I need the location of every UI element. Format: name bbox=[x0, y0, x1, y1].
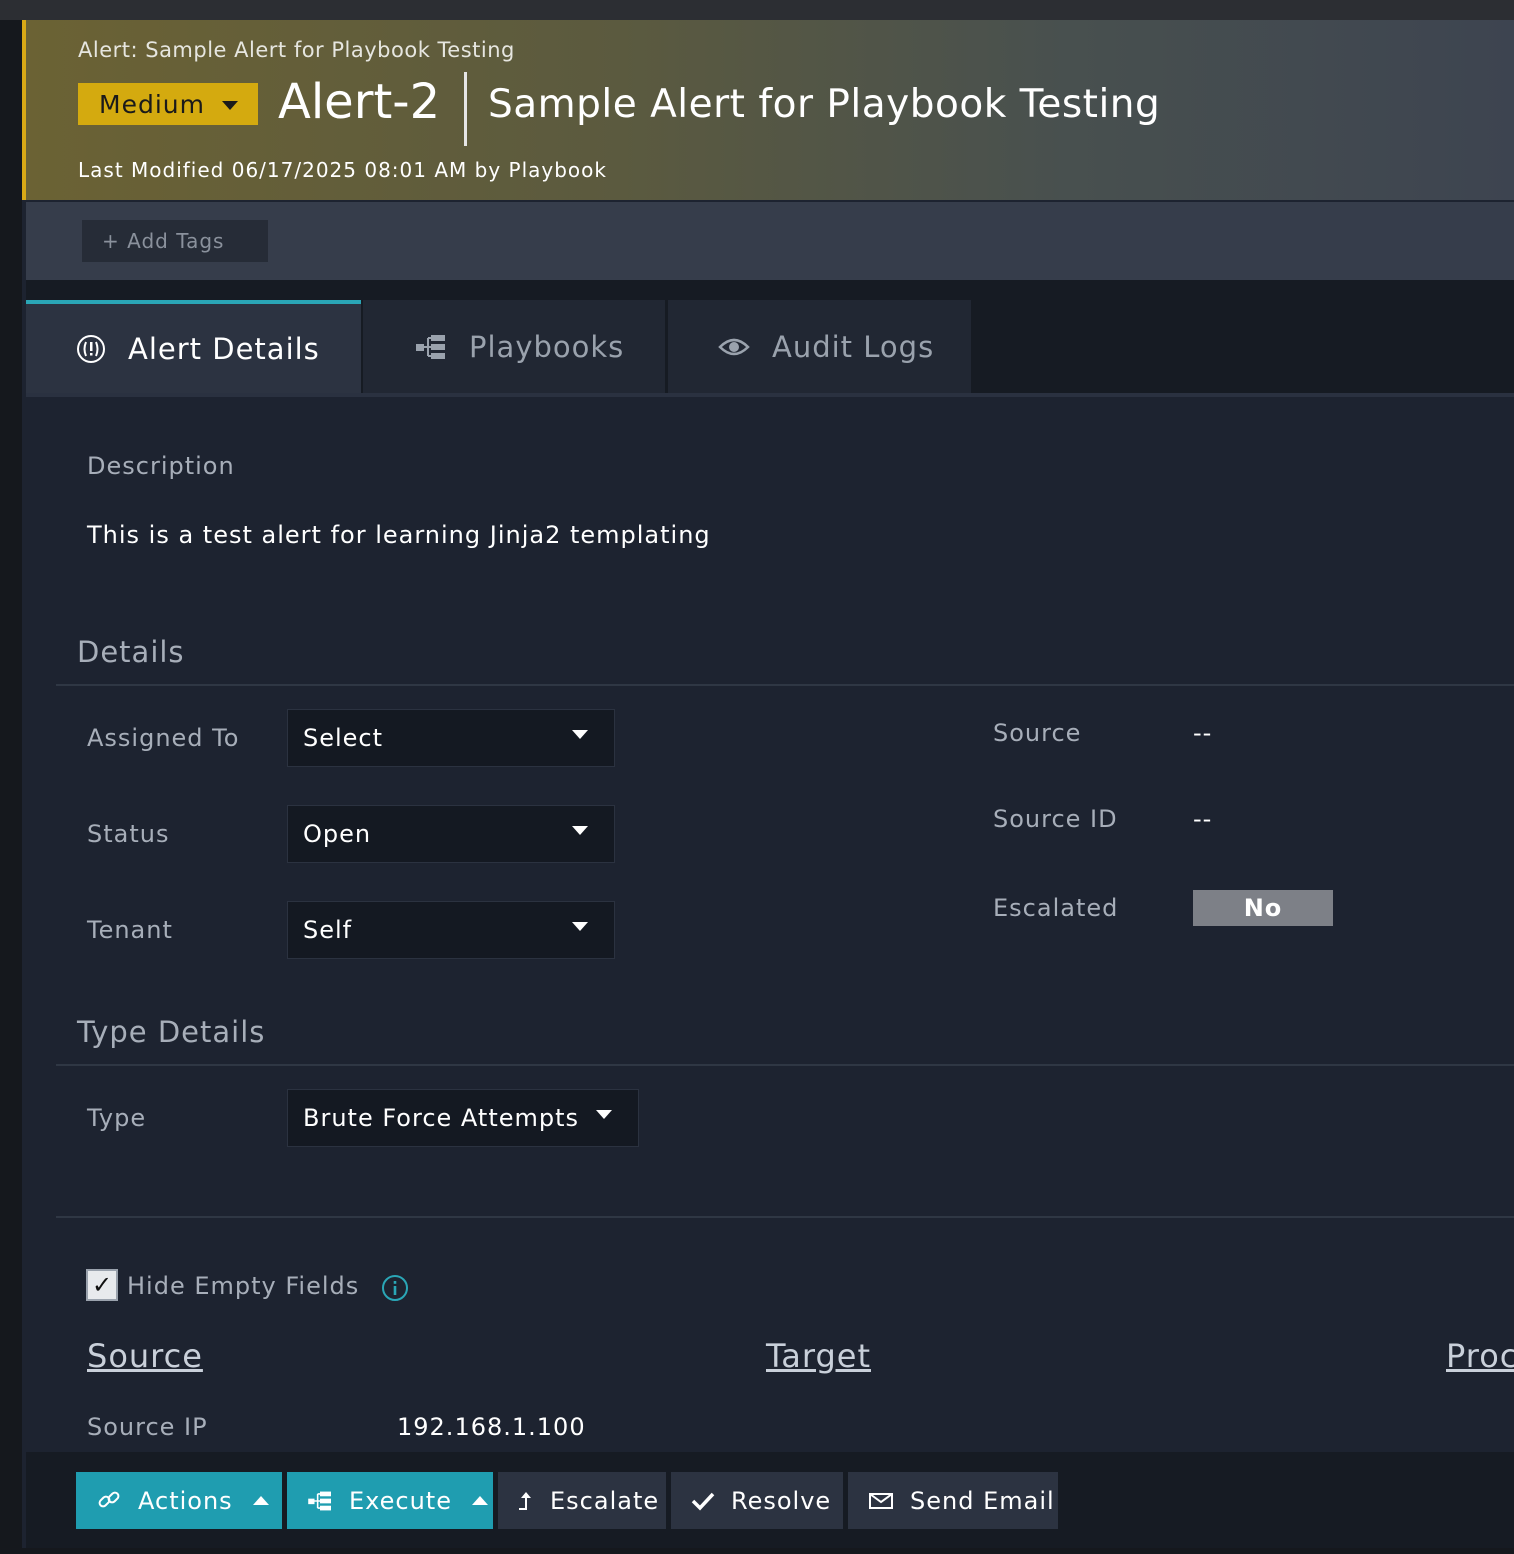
eye-icon bbox=[718, 335, 750, 359]
severity-label: Medium bbox=[99, 89, 205, 119]
chevron-down-icon bbox=[222, 101, 238, 110]
assigned-to-label: Assigned To bbox=[87, 724, 240, 752]
fields-divider bbox=[56, 1216, 1514, 1218]
left-edge-strip bbox=[0, 20, 22, 1554]
description-heading: Description bbox=[87, 452, 235, 480]
execute-label: Execute bbox=[349, 1486, 452, 1515]
resolve-button[interactable]: Resolve bbox=[671, 1472, 843, 1529]
tab-alert-details[interactable]: Alert Details bbox=[26, 300, 361, 393]
severity-dropdown[interactable]: Medium bbox=[78, 83, 258, 125]
details-heading: Details bbox=[77, 635, 185, 669]
source-ip-value: 192.168.1.100 bbox=[397, 1413, 586, 1441]
alert-header: Alert: Sample Alert for Playbook Testing… bbox=[22, 20, 1514, 200]
breadcrumb: Alert: Sample Alert for Playbook Testing bbox=[78, 38, 515, 62]
alert-details-panel: Description This is a test alert for lea… bbox=[26, 397, 1514, 1452]
chevron-down-icon bbox=[572, 826, 588, 835]
type-select[interactable]: Brute Force Attempts bbox=[287, 1089, 639, 1147]
add-tags-button[interactable]: + Add Tags bbox=[82, 220, 268, 262]
select-value: Open bbox=[303, 820, 372, 848]
type-label: Type bbox=[87, 1104, 147, 1132]
chevron-up-icon bbox=[252, 1496, 269, 1505]
chevron-up-icon bbox=[471, 1496, 488, 1505]
chevron-down-icon bbox=[572, 730, 588, 739]
action-bar: Actions Execute Escalate Resolve Send Em… bbox=[26, 1452, 1514, 1548]
playbook-icon bbox=[307, 1490, 333, 1512]
info-icon[interactable] bbox=[381, 1274, 409, 1306]
source-value: -- bbox=[1193, 719, 1213, 747]
send-email-label: Send Email bbox=[910, 1486, 1055, 1515]
type-details-heading: Type Details bbox=[77, 1015, 266, 1049]
actions-button[interactable]: Actions bbox=[76, 1472, 282, 1529]
tab-audit-logs[interactable]: Audit Logs bbox=[668, 300, 971, 393]
send-email-button[interactable]: Send Email bbox=[848, 1472, 1058, 1529]
tab-playbooks[interactable]: Playbooks bbox=[363, 300, 665, 393]
details-divider bbox=[56, 684, 1514, 686]
playbook-icon bbox=[415, 333, 447, 361]
chevron-down-icon bbox=[596, 1110, 612, 1119]
description-text: This is a test alert for learning Jinja2… bbox=[87, 521, 711, 549]
source-id-label: Source ID bbox=[993, 805, 1118, 833]
tab-bar: Alert Details Playbooks Audit Logs bbox=[26, 280, 1514, 400]
escalate-arrow-icon bbox=[518, 1490, 534, 1512]
source-id-value: -- bbox=[1193, 805, 1213, 833]
hide-empty-fields-label: Hide Empty Fields bbox=[127, 1272, 360, 1300]
select-value: Brute Force Attempts bbox=[303, 1104, 580, 1132]
tab-label: Alert Details bbox=[128, 331, 320, 366]
status-label: Status bbox=[87, 820, 170, 848]
escalated-label: Escalated bbox=[993, 894, 1119, 922]
target-section-link[interactable]: Target bbox=[766, 1337, 871, 1375]
actions-label: Actions bbox=[138, 1486, 233, 1515]
last-modified: Last Modified 06/17/2025 08:01 AM by Pla… bbox=[78, 158, 607, 182]
checkmark-icon bbox=[691, 1491, 715, 1511]
source-section-link[interactable]: Source bbox=[87, 1337, 203, 1375]
envelope-icon bbox=[868, 1491, 894, 1511]
tab-label: Playbooks bbox=[469, 329, 625, 364]
type-details-divider bbox=[56, 1064, 1514, 1066]
tenant-select[interactable]: Self bbox=[287, 901, 615, 959]
source-ip-label: Source IP bbox=[87, 1413, 208, 1441]
title-divider bbox=[464, 72, 467, 146]
tab-label: Audit Logs bbox=[772, 329, 935, 364]
resolve-label: Resolve bbox=[731, 1486, 832, 1515]
tenant-label: Tenant bbox=[87, 916, 173, 944]
escalated-toggle[interactable]: No bbox=[1193, 890, 1333, 926]
execute-button[interactable]: Execute bbox=[287, 1472, 493, 1529]
alert-circle-icon bbox=[76, 334, 106, 364]
hide-empty-fields-checkbox[interactable]: ✓ bbox=[86, 1269, 118, 1301]
escalate-button[interactable]: Escalate bbox=[498, 1472, 666, 1529]
window-bottom-strip bbox=[0, 1548, 1514, 1554]
alert-id: Alert-2 bbox=[278, 74, 441, 130]
escalate-label: Escalate bbox=[550, 1486, 660, 1515]
source-label: Source bbox=[993, 719, 1082, 747]
process-section-link[interactable]: Proc bbox=[1446, 1337, 1514, 1375]
tags-bar: + Add Tags bbox=[26, 202, 1514, 280]
window-top-strip bbox=[0, 0, 1514, 20]
status-select[interactable]: Open bbox=[287, 805, 615, 863]
assigned-to-select[interactable]: Select bbox=[287, 709, 615, 767]
select-value: Self bbox=[303, 916, 353, 944]
chevron-down-icon bbox=[572, 922, 588, 931]
link-icon bbox=[96, 1488, 122, 1514]
select-value: Select bbox=[303, 724, 384, 752]
alert-title: Sample Alert for Playbook Testing bbox=[488, 82, 1161, 127]
